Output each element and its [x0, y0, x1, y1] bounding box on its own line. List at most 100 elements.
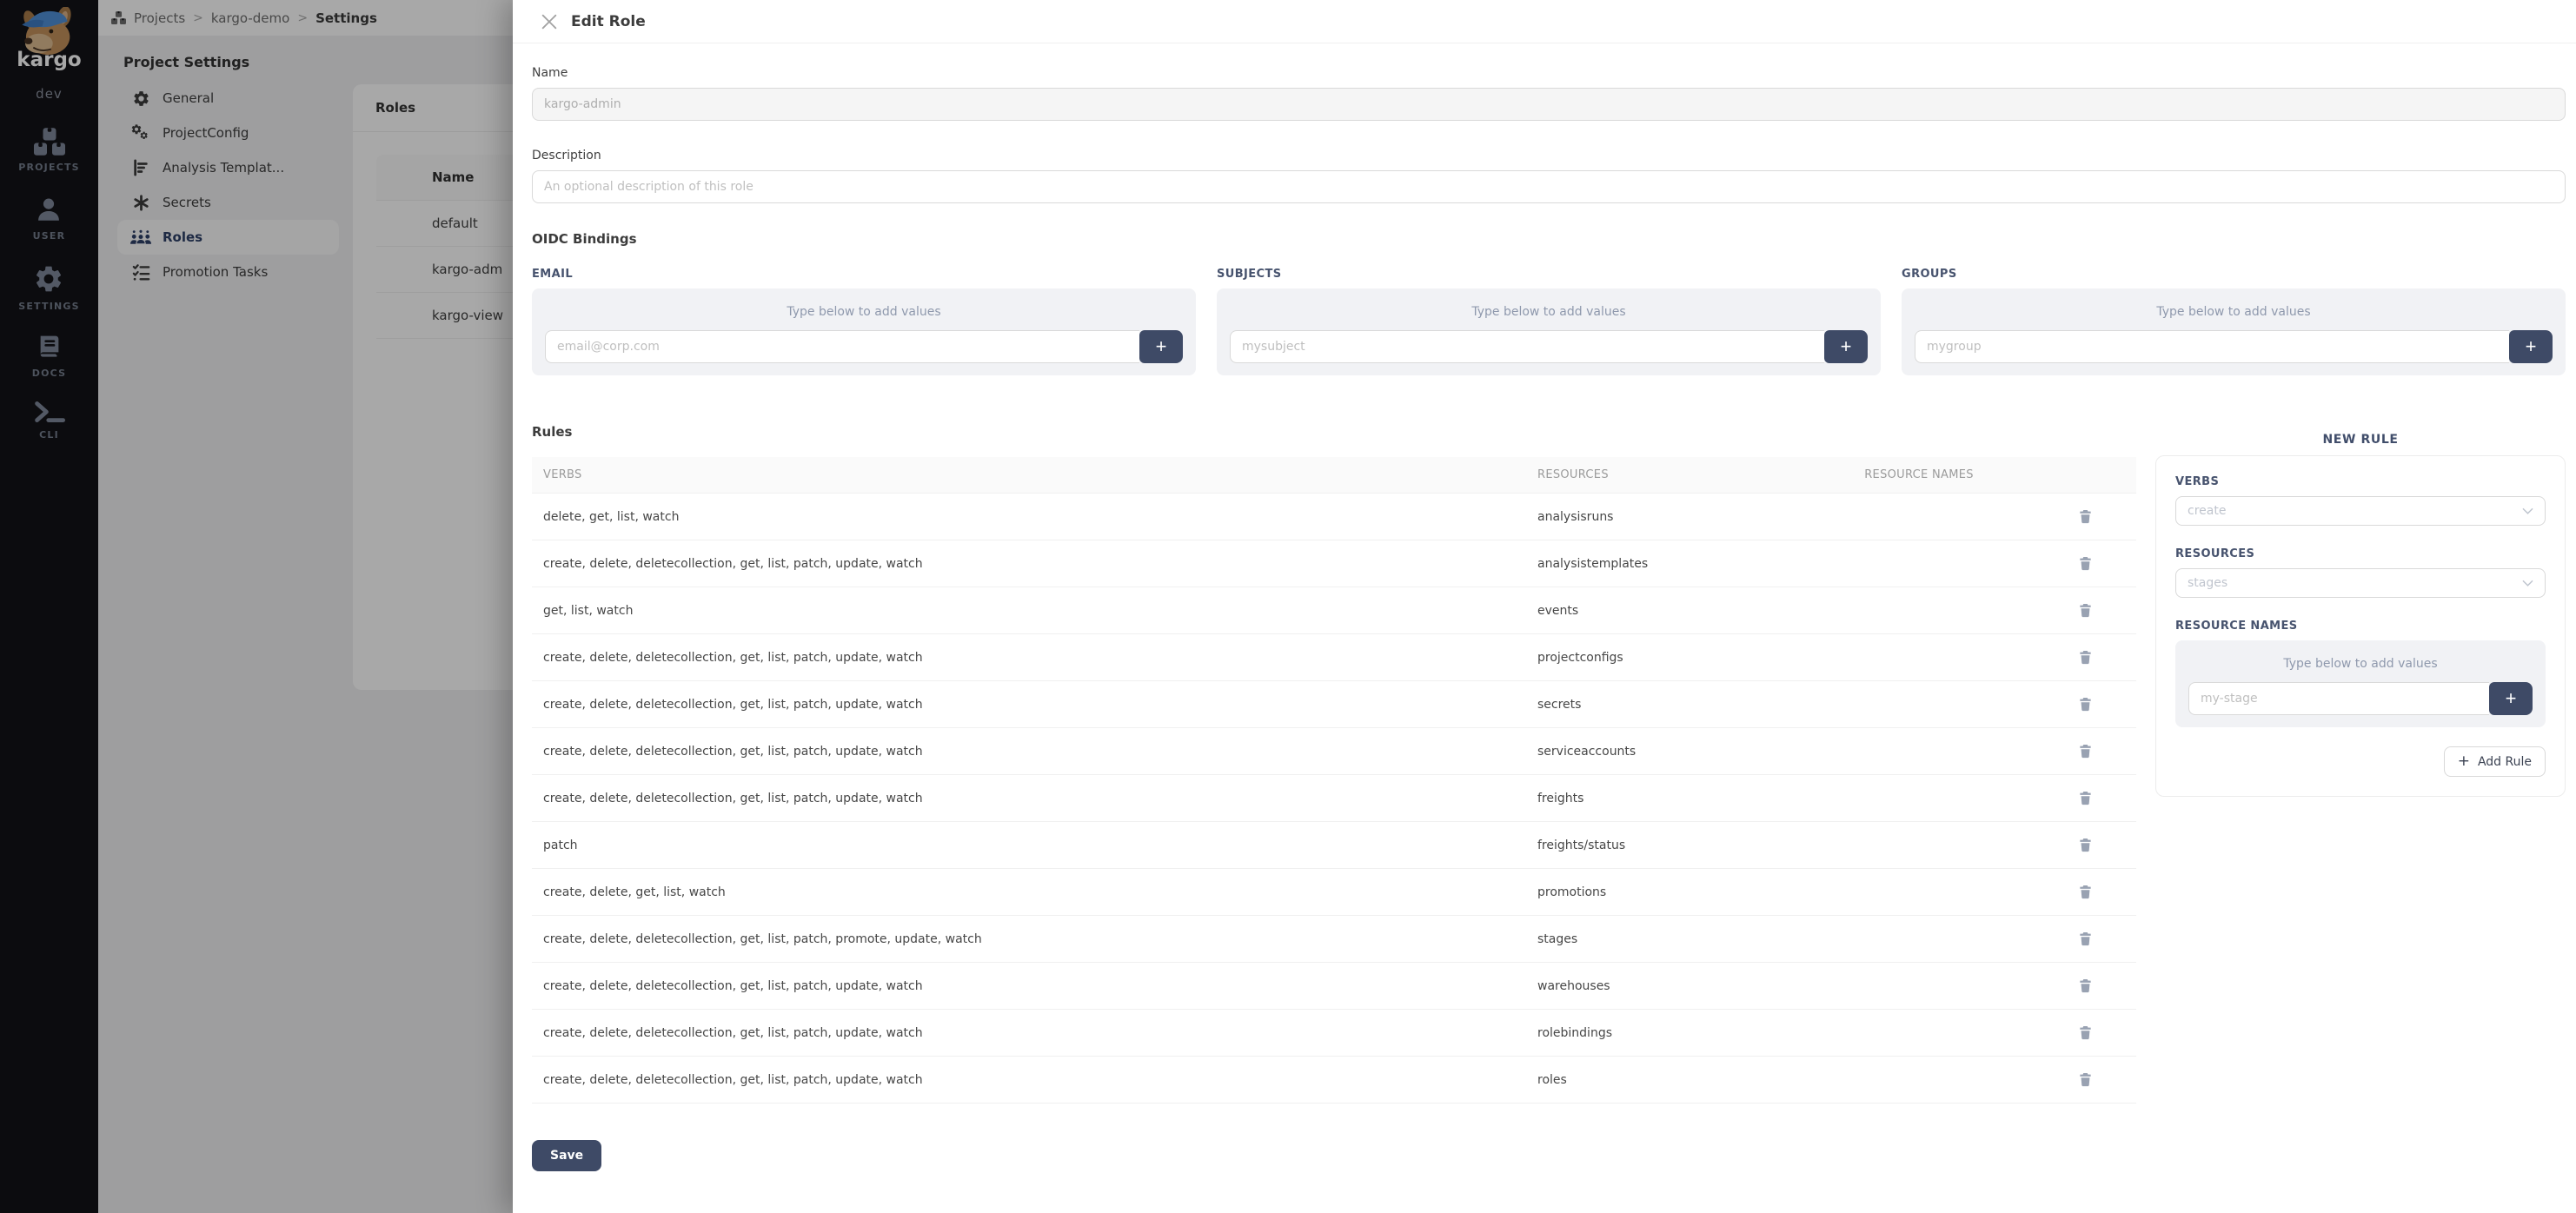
- subjects-label: SUBJECTS: [1217, 268, 1881, 281]
- rules-heading: Rules: [532, 424, 2136, 440]
- description-label: Description: [532, 149, 2566, 162]
- name-label: Name: [532, 66, 2566, 80]
- email-value-box: Type below to add values +: [532, 288, 1196, 375]
- name-input[interactable]: [532, 88, 2566, 121]
- kargo-app: kargo dev PROJECTS USER SETTINGS: [0, 0, 2576, 1213]
- trash-icon: [2079, 1072, 2092, 1087]
- rule-row: delete, get, list, watch analysisruns: [532, 494, 2136, 540]
- groups-add-button[interactable]: +: [2509, 330, 2553, 363]
- close-icon[interactable]: [541, 14, 557, 30]
- groups-value-box: Type below to add values +: [1902, 288, 2566, 375]
- trash-icon: [2079, 744, 2092, 759]
- rule-resource: promotions: [1537, 885, 1803, 899]
- resources-select[interactable]: stages: [2175, 568, 2546, 598]
- verbs-select-value: create: [2188, 504, 2226, 518]
- groups-hint: Type below to add values: [1915, 301, 2553, 319]
- rule-row: create, delete, deletecollection, get, l…: [532, 634, 2136, 681]
- new-rule-resources-label: RESOURCES: [2175, 547, 2546, 560]
- rule-verbs: create, delete, deletecollection, get, l…: [532, 932, 1537, 946]
- plus-icon: +: [2458, 754, 2470, 769]
- drawer-header: Edit Role: [513, 0, 2576, 43]
- subjects-add-button[interactable]: +: [1824, 330, 1868, 363]
- subjects-hint: Type below to add values: [1230, 301, 1868, 319]
- oidc-groups-group: GROUPS Type below to add values +: [1902, 268, 2566, 375]
- rule-row: create, delete, deletecollection, get, l…: [532, 681, 2136, 728]
- trash-icon: [2079, 885, 2092, 899]
- rule-verbs: get, list, watch: [532, 604, 1537, 618]
- rule-verbs: create, delete, deletecollection, get, l…: [532, 1073, 1537, 1087]
- resource-names-add-button[interactable]: +: [2489, 682, 2533, 715]
- resources-column-header: RESOURCES: [1537, 468, 1803, 481]
- delete-rule-button[interactable]: [2035, 603, 2136, 618]
- trash-icon: [2079, 791, 2092, 805]
- rule-verbs: create, delete, get, list, watch: [532, 885, 1537, 899]
- email-input[interactable]: [545, 330, 1139, 363]
- groups-label: GROUPS: [1902, 268, 2566, 281]
- trash-icon: [2079, 556, 2092, 571]
- subjects-value-box: Type below to add values +: [1217, 288, 1881, 375]
- delete-rule-button[interactable]: [2035, 838, 2136, 852]
- verbs-column-header: VERBS: [532, 468, 1537, 481]
- trash-icon: [2079, 509, 2092, 524]
- resource-names-column-header: RESOURCE NAMES: [1803, 468, 2035, 481]
- rule-row: create, delete, deletecollection, get, l…: [532, 963, 2136, 1010]
- save-button[interactable]: Save: [532, 1140, 601, 1171]
- rule-resource: events: [1537, 604, 1803, 618]
- rule-row: create, delete, deletecollection, get, l…: [532, 1057, 2136, 1104]
- rule-row: patch freights/status: [532, 822, 2136, 869]
- rule-resource: serviceaccounts: [1537, 745, 1803, 759]
- rule-resource: analysistemplates: [1537, 557, 1803, 571]
- rule-verbs: patch: [532, 838, 1537, 852]
- rule-row: create, delete, get, list, watch promoti…: [532, 869, 2136, 916]
- trash-icon: [2079, 838, 2092, 852]
- trash-icon: [2079, 1025, 2092, 1040]
- rule-resource: projectconfigs: [1537, 651, 1803, 665]
- rule-verbs: create, delete, deletecollection, get, l…: [532, 1026, 1537, 1040]
- verbs-select[interactable]: create: [2175, 496, 2546, 526]
- trash-icon: [2079, 697, 2092, 712]
- rule-resource: freights: [1537, 792, 1803, 805]
- description-input[interactable]: [532, 170, 2566, 203]
- delete-rule-button[interactable]: [2035, 885, 2136, 899]
- trash-icon: [2079, 603, 2092, 618]
- new-rule-verbs-label: VERBS: [2175, 475, 2546, 488]
- rule-verbs: create, delete, deletecollection, get, l…: [532, 745, 1537, 759]
- resource-names-input[interactable]: [2188, 682, 2489, 715]
- new-rule-panel: VERBS create RESOURCES stages: [2155, 455, 2566, 797]
- rule-resource: secrets: [1537, 698, 1803, 712]
- delete-rule-button[interactable]: [2035, 1072, 2136, 1087]
- add-rule-label: Add Rule: [2478, 755, 2532, 769]
- rule-row: get, list, watch events: [532, 587, 2136, 634]
- rule-resource: stages: [1537, 932, 1803, 946]
- chevron-down-icon: [2522, 580, 2533, 587]
- add-rule-button[interactable]: + Add Rule: [2444, 746, 2546, 777]
- oidc-bindings-heading: OIDC Bindings: [532, 231, 2566, 247]
- groups-input[interactable]: [1915, 330, 2509, 363]
- rule-row: create, delete, deletecollection, get, l…: [532, 775, 2136, 822]
- delete-rule-button[interactable]: [2035, 556, 2136, 571]
- delete-rule-button[interactable]: [2035, 509, 2136, 524]
- delete-rule-button[interactable]: [2035, 791, 2136, 805]
- delete-rule-button[interactable]: [2035, 744, 2136, 759]
- rule-verbs: create, delete, deletecollection, get, l…: [532, 792, 1537, 805]
- chevron-down-icon: [2522, 507, 2533, 515]
- delete-rule-button[interactable]: [2035, 978, 2136, 993]
- email-add-button[interactable]: +: [1139, 330, 1183, 363]
- rule-row: create, delete, deletecollection, get, l…: [532, 916, 2136, 963]
- delete-rule-button[interactable]: [2035, 1025, 2136, 1040]
- rules-table-body: delete, get, list, watch analysisruns cr…: [532, 494, 2136, 1104]
- subjects-input[interactable]: [1230, 330, 1824, 363]
- new-rule-panel-wrap: NEW RULE VERBS create R: [2155, 424, 2566, 797]
- trash-icon: [2079, 978, 2092, 993]
- rule-verbs: create, delete, deletecollection, get, l…: [532, 557, 1537, 571]
- email-label: EMAIL: [532, 268, 1196, 281]
- new-rule-resource-names-label: RESOURCE NAMES: [2175, 620, 2546, 633]
- drawer-title: Edit Role: [571, 13, 646, 30]
- resource-names-hint: Type below to add values: [2188, 653, 2533, 671]
- rule-resource: analysisruns: [1537, 510, 1803, 524]
- rule-resource: roles: [1537, 1073, 1803, 1087]
- delete-rule-button[interactable]: [2035, 650, 2136, 665]
- oidc-email-group: EMAIL Type below to add values +: [532, 268, 1196, 375]
- delete-rule-button[interactable]: [2035, 931, 2136, 946]
- delete-rule-button[interactable]: [2035, 697, 2136, 712]
